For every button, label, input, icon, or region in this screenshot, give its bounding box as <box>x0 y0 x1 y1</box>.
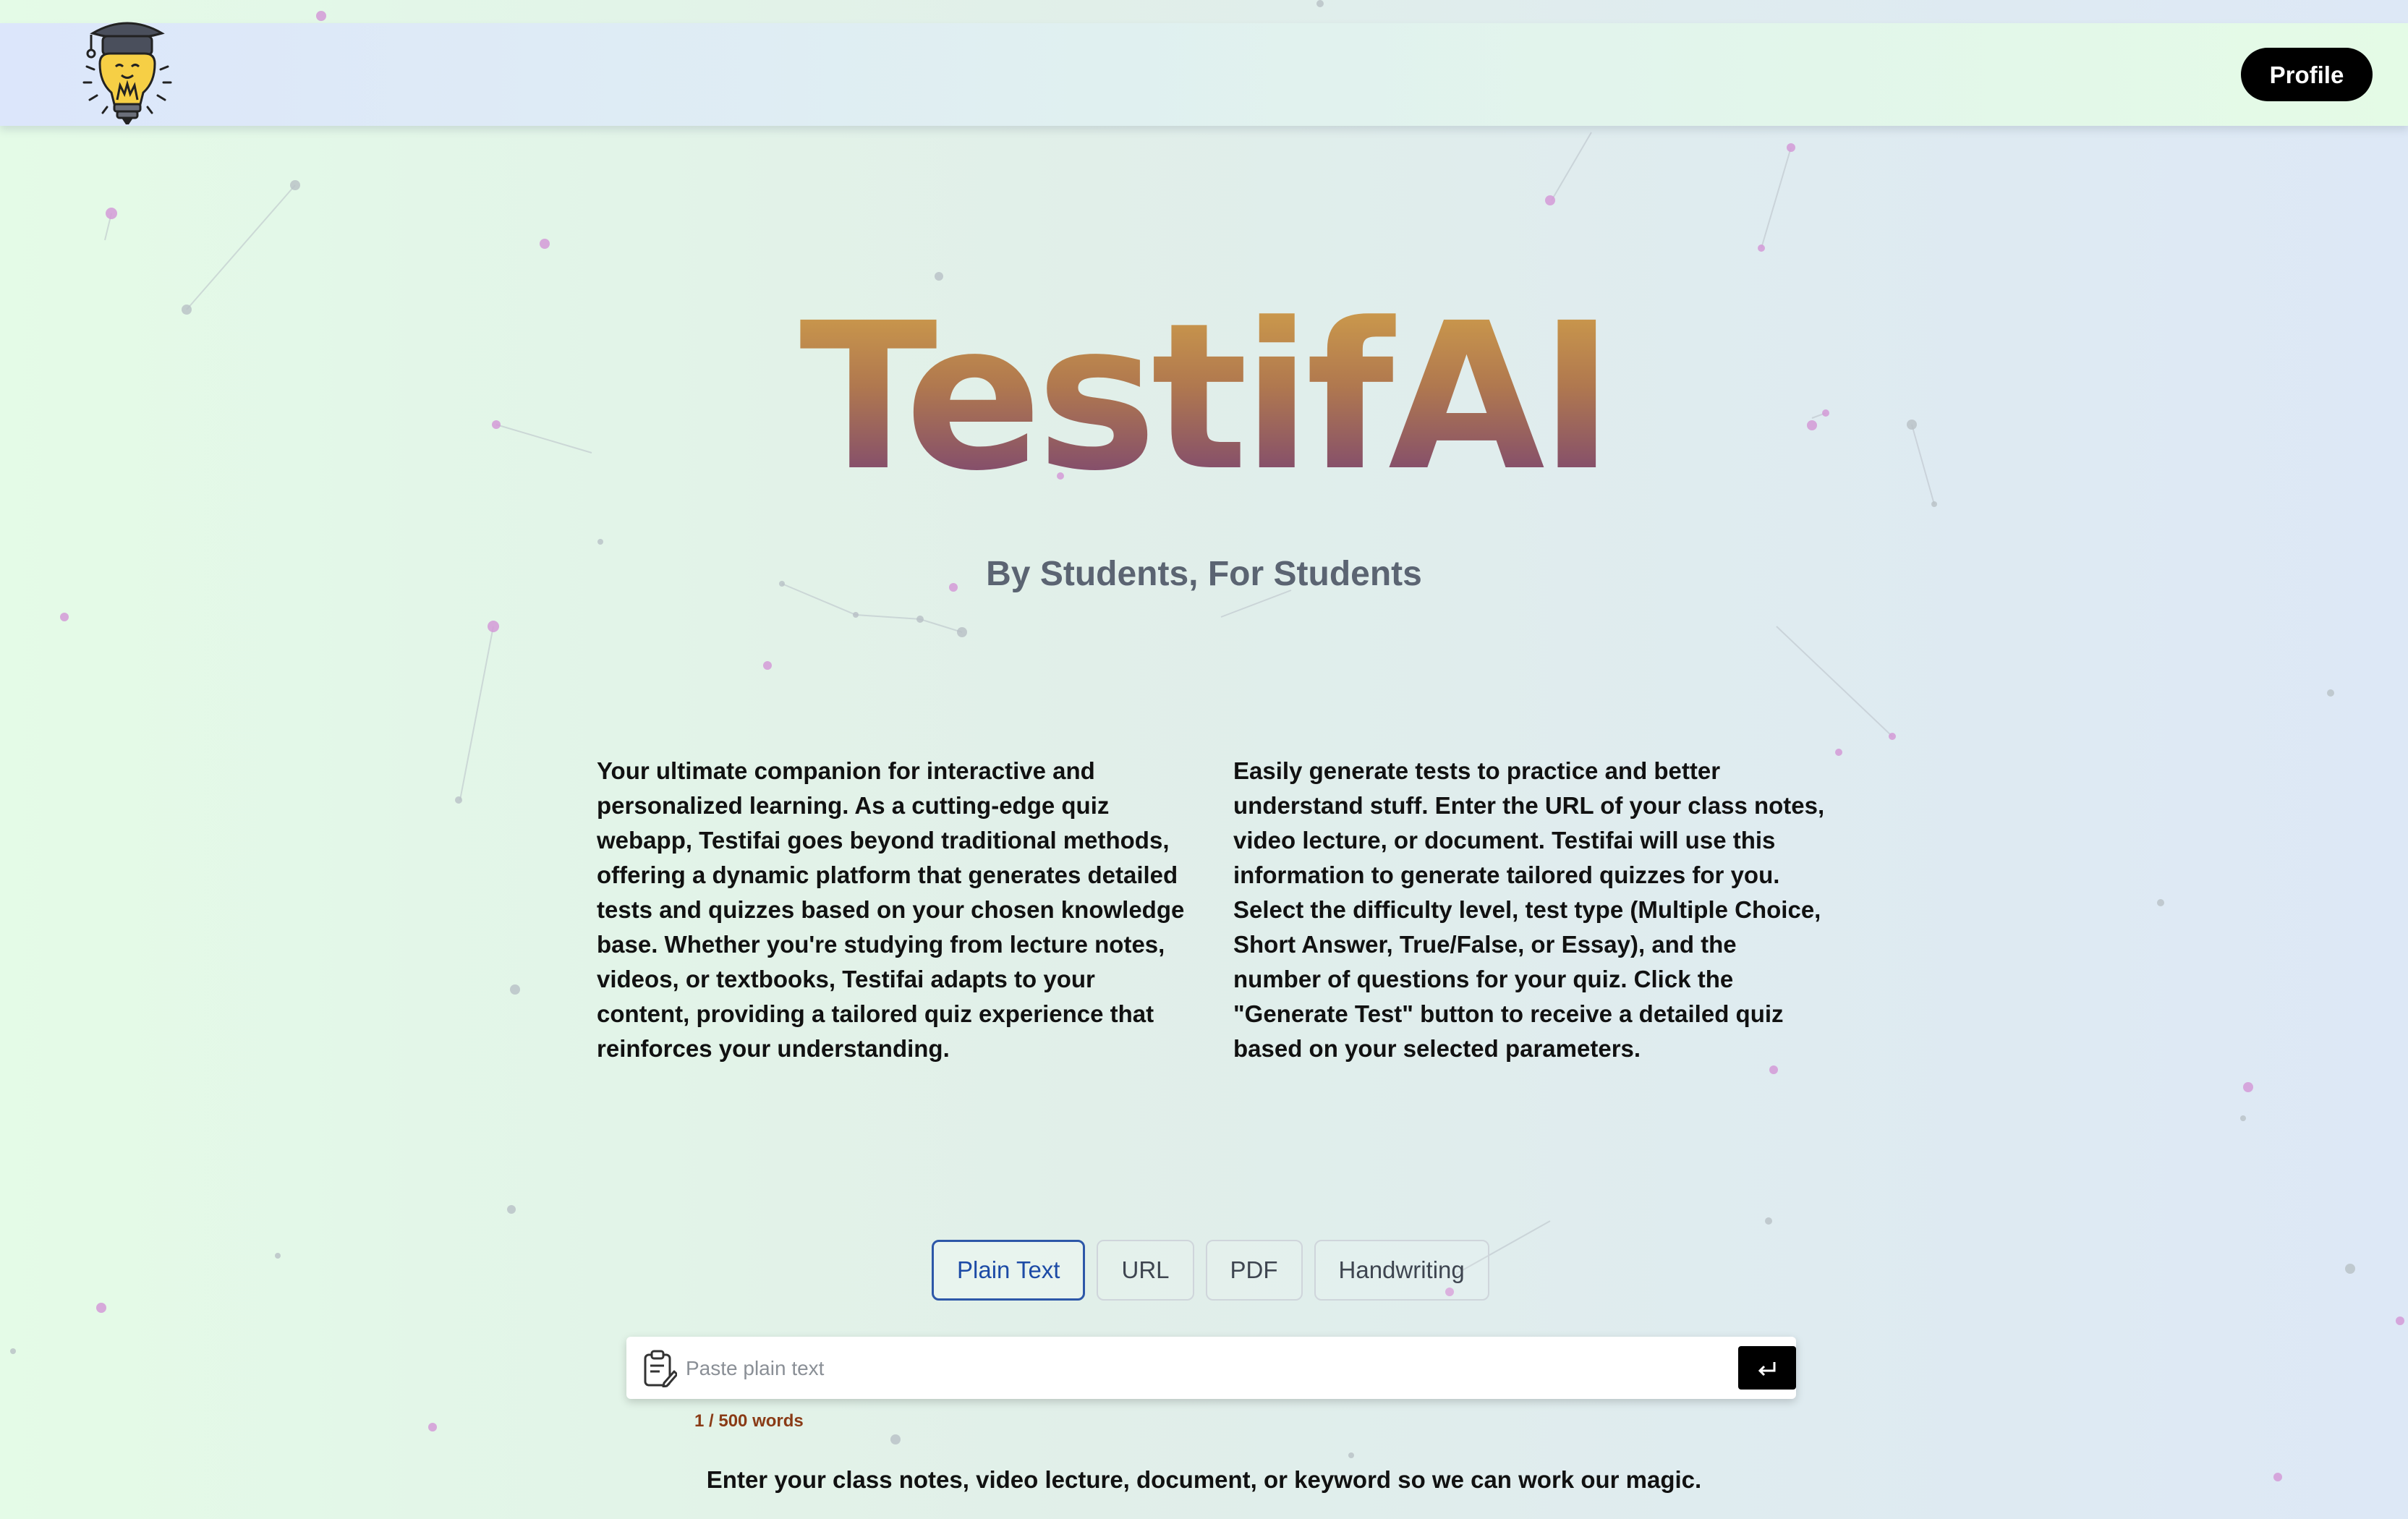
description-right: Easily generate tests to practice and be… <box>1233 757 1825 1062</box>
tab-plain-text[interactable]: Plain Text <box>932 1240 1086 1301</box>
tab-pdf[interactable]: PDF <box>1205 1240 1303 1301</box>
hero-title: TestifAI <box>0 282 2408 514</box>
submit-button[interactable] <box>1738 1346 1796 1390</box>
clipboard-edit-icon <box>644 1350 677 1387</box>
input-hint-text: Enter your class notes, video lecture, d… <box>706 1466 1702 1493</box>
top-header-bar <box>0 23 2408 126</box>
description-left: Your ultimate companion for interactive … <box>597 757 1185 1062</box>
enter-return-icon <box>1758 1362 1776 1377</box>
text-input-container <box>626 1337 1796 1400</box>
input-type-tabs: Plain Text URL PDF Handwriting <box>932 1240 1489 1301</box>
graduate-lightbulb-icon[interactable] <box>78 13 176 129</box>
plain-text-input[interactable] <box>684 1337 1628 1400</box>
word-count: 1 / 500 words <box>694 1411 804 1431</box>
profile-button[interactable]: Profile <box>2241 48 2373 101</box>
hero-tagline: By Students, For Students <box>986 555 1422 593</box>
tab-handwriting[interactable]: Handwriting <box>1314 1240 1489 1301</box>
tab-url[interactable]: URL <box>1097 1240 1194 1301</box>
